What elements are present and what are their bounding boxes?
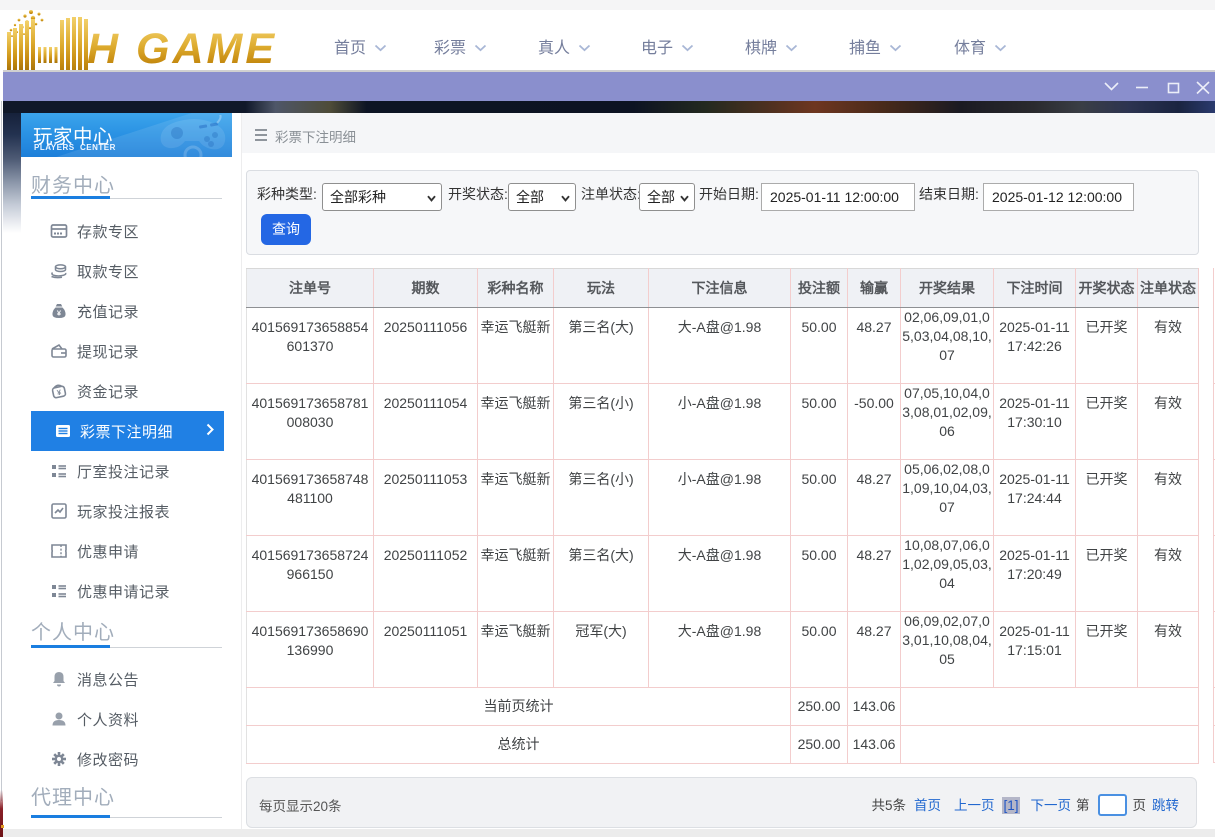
svg-text:H GAME: H GAME [87, 25, 277, 72]
svg-text:¥: ¥ [56, 387, 63, 397]
